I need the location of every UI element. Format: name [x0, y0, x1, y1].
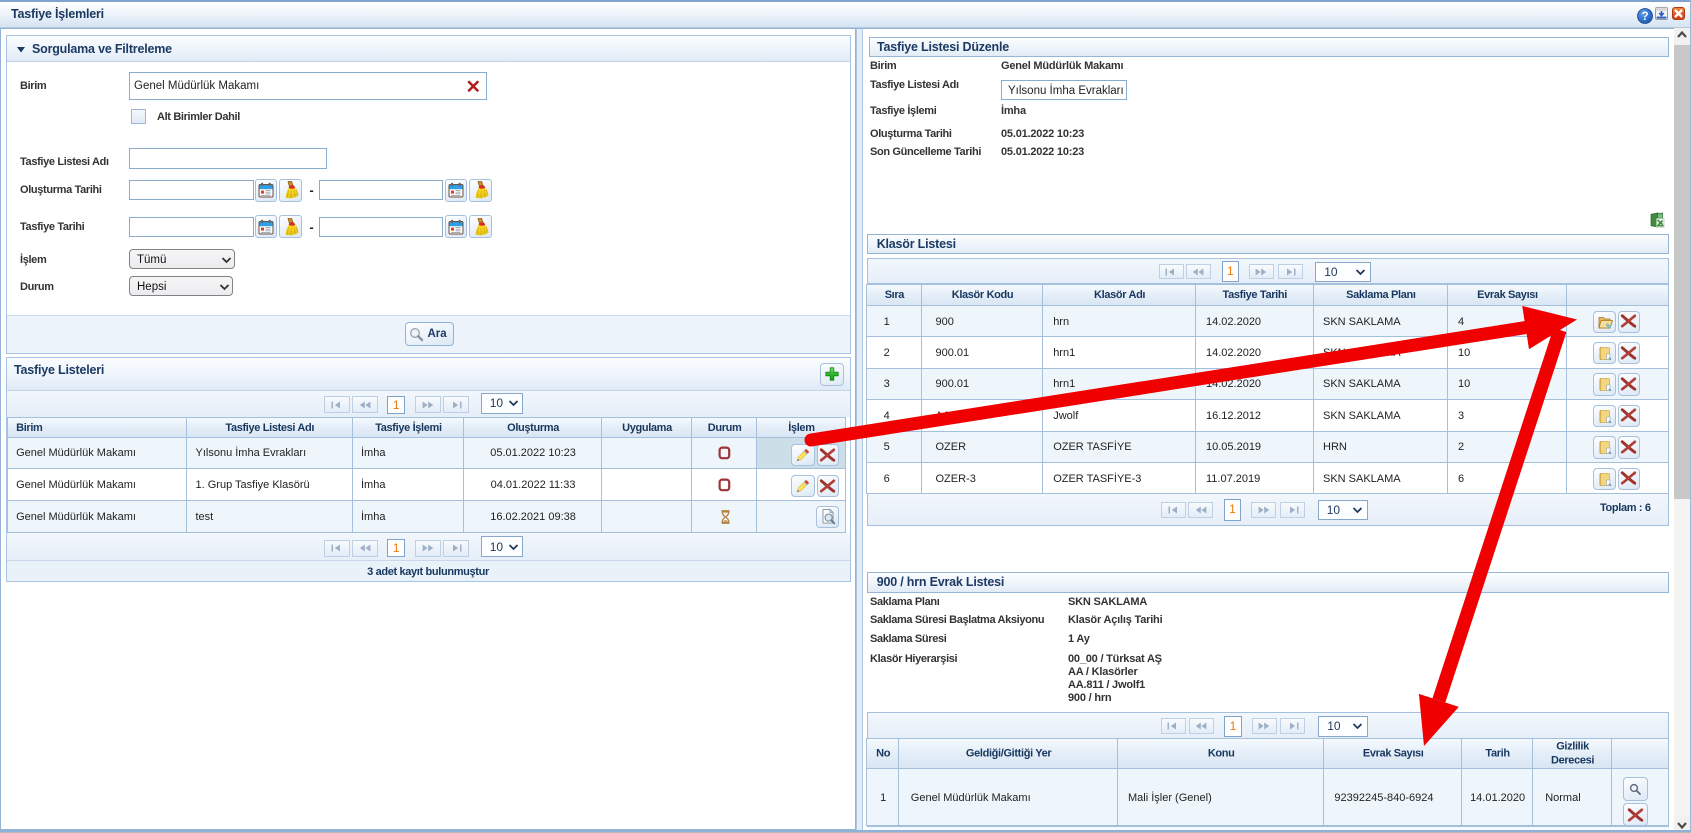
- svg-text:?: ?: [1641, 11, 1648, 23]
